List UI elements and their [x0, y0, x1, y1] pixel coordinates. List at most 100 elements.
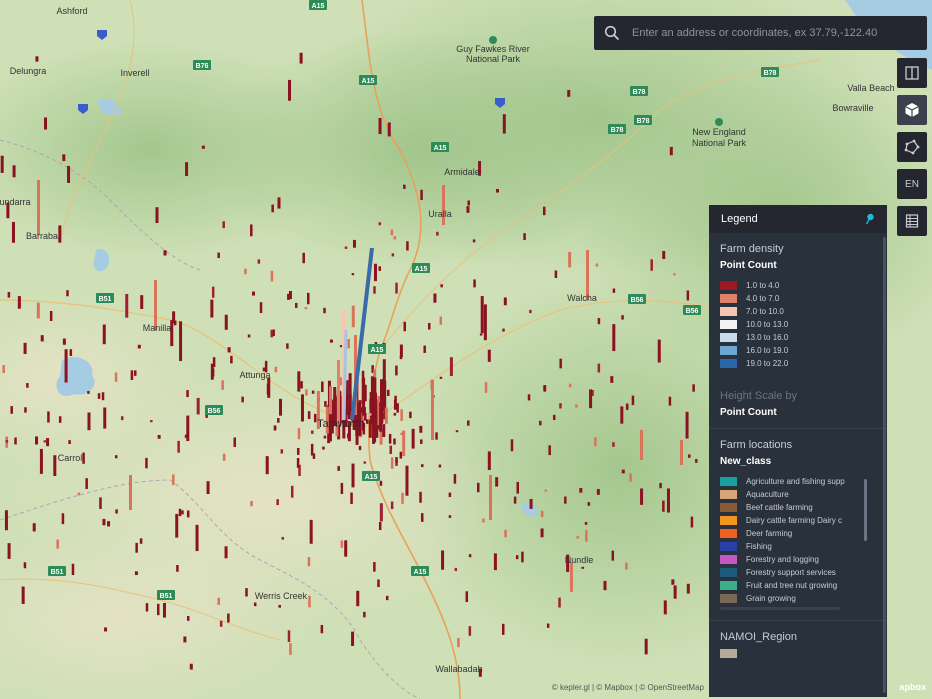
density-bar — [64, 349, 68, 383]
svg-text:B78: B78 — [764, 70, 777, 77]
place-label: Armidale — [444, 167, 480, 177]
density-bar — [625, 403, 629, 410]
density-bar — [224, 314, 228, 330]
density-bar — [273, 426, 277, 430]
density-bar — [468, 554, 472, 558]
legend-title: Legend — [721, 213, 758, 225]
density-swatch — [720, 307, 737, 316]
density-bar — [558, 597, 561, 608]
search-input[interactable] — [630, 26, 914, 40]
density-bar — [10, 406, 13, 414]
density-bar — [529, 498, 533, 509]
road-shield: B51 — [96, 293, 114, 303]
density-bar — [378, 117, 382, 135]
road-shield: B56 — [683, 305, 701, 315]
svg-text:A15: A15 — [365, 474, 378, 481]
density-bar — [594, 437, 597, 447]
density-bar — [575, 404, 578, 408]
location-label: Fishing — [746, 542, 772, 551]
density-bar — [564, 496, 567, 504]
location-label: Fruit and tree nut growing — [746, 581, 838, 590]
density-bar — [155, 207, 159, 224]
density-bar — [352, 239, 356, 248]
location-label: Dairy cattle farming Dairy c — [746, 516, 843, 525]
density-bar — [103, 407, 107, 429]
density-bar — [621, 315, 624, 320]
density-bar — [487, 349, 491, 362]
density-bar — [67, 165, 71, 183]
density-bar — [612, 324, 616, 352]
density-bar — [596, 489, 600, 495]
density-bar — [219, 620, 223, 627]
density-bar — [559, 358, 562, 369]
split-map-button[interactable] — [897, 58, 927, 88]
draw-polygon-button[interactable] — [897, 132, 927, 162]
density-bar — [581, 566, 585, 569]
road-shield: A15 — [309, 0, 327, 10]
density-bar — [71, 563, 75, 576]
density-bar — [449, 357, 453, 377]
density-bar — [411, 428, 415, 449]
density-bar — [673, 585, 677, 599]
location-label: Aquaculture — [746, 490, 789, 499]
density-legend-item: 1.0 to 4.0 — [720, 279, 876, 292]
density-label: 10.0 to 13.0 — [746, 320, 789, 329]
density-bar — [502, 114, 506, 134]
density-bar — [186, 510, 190, 518]
density-bar — [337, 466, 340, 471]
density-bar — [358, 445, 362, 451]
density-bar — [104, 627, 108, 632]
density-bar — [439, 376, 443, 379]
density-bar — [66, 290, 69, 297]
density-bar — [501, 623, 505, 635]
density-bar — [139, 538, 143, 544]
density-bar — [300, 381, 303, 389]
density-bar — [568, 383, 572, 388]
density-bar — [552, 414, 556, 421]
density-bar — [483, 304, 487, 341]
legend-icon — [905, 214, 919, 228]
density-bar — [421, 464, 424, 468]
pin-icon[interactable] — [865, 213, 875, 225]
density-bar — [2, 365, 5, 373]
density-bar — [211, 286, 215, 298]
legend-scrollbar[interactable] — [883, 237, 886, 693]
locations-scrollbar[interactable] — [864, 479, 867, 541]
svg-text:A15: A15 — [312, 3, 325, 10]
density-bar — [420, 189, 423, 201]
place-label: New England — [692, 127, 746, 137]
density-bar — [427, 322, 431, 330]
place-label: Manilla — [143, 323, 172, 333]
legend-toggle-button[interactable] — [897, 206, 927, 236]
language-button[interactable]: EN — [897, 169, 927, 199]
density-bar — [350, 492, 353, 505]
locations-hscrollbar[interactable] — [720, 607, 840, 610]
density-bar — [385, 595, 389, 601]
polygon-icon — [904, 139, 920, 155]
density-bar — [539, 420, 542, 426]
road-shield: A15 — [359, 75, 377, 85]
density-bar — [277, 197, 281, 209]
density-bar — [265, 456, 269, 475]
density-bar — [686, 290, 690, 301]
3d-map-button[interactable] — [897, 95, 927, 125]
density-bar — [480, 296, 484, 334]
density-bar — [241, 396, 244, 403]
density-bar — [370, 376, 374, 412]
density-bar — [300, 394, 304, 422]
locations-legend-list[interactable]: Agriculture and fishing supp Aquaculture B… — [720, 475, 860, 605]
density-bar — [688, 454, 691, 458]
search-icon[interactable] — [594, 25, 630, 41]
density-bar — [620, 406, 624, 424]
location-swatch — [720, 477, 737, 486]
density-bar — [61, 513, 65, 525]
location-swatch — [720, 594, 737, 603]
density-legend-item: 16.0 to 19.0 — [720, 344, 876, 357]
map-attribution[interactable]: © kepler.gl | © Mapbox | © OpenStreetMap — [552, 683, 704, 692]
density-bar — [680, 440, 683, 465]
density-bar — [589, 389, 593, 409]
density-bar — [433, 293, 437, 303]
density-bar — [323, 307, 326, 314]
density-bar — [309, 519, 313, 544]
density-bar — [390, 457, 394, 469]
